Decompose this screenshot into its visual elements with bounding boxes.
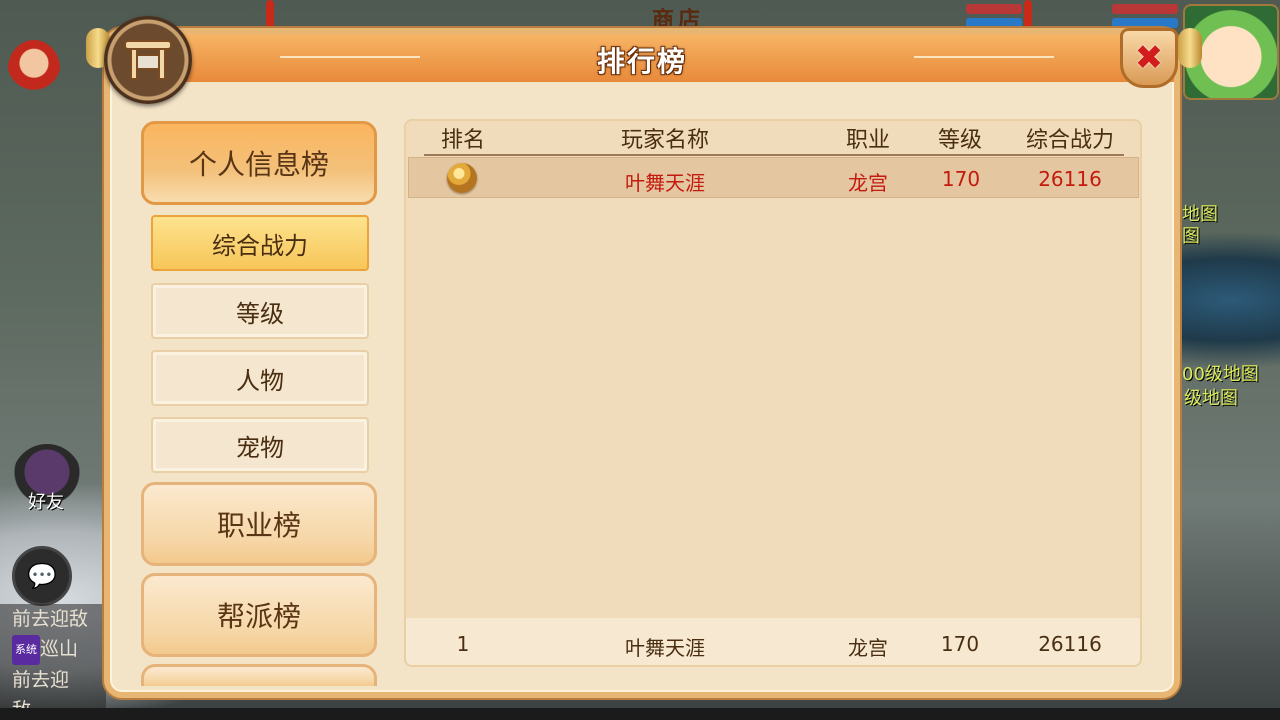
my-rank: 1 <box>456 632 470 656</box>
tab-personal-ranking[interactable]: 个人信息榜 <box>141 121 377 205</box>
window-title: 排行榜 <box>596 45 687 78</box>
frame-ornament <box>1178 28 1202 68</box>
chat-bubble-icon[interactable]: 💬 <box>12 546 72 606</box>
hp-bar <box>966 4 1022 14</box>
my-class: 龙宫 <box>848 636 888 660</box>
tab-class-ranking[interactable]: 职业榜 <box>141 482 377 566</box>
exp-bar <box>0 708 1280 720</box>
subtab-label: 综合战力 <box>212 231 308 260</box>
column-header-class: 职业 <box>845 128 890 153</box>
rope-decoration <box>1024 0 1032 30</box>
tab-label: 个人信息榜 <box>188 148 329 181</box>
pet-mp-bar <box>1112 18 1178 28</box>
header-divider <box>424 154 1124 156</box>
friends-button[interactable]: 好友 <box>12 444 82 514</box>
player-level: 170 <box>941 167 981 191</box>
mp-bar <box>966 18 1022 28</box>
subtab-pet[interactable]: 宠物 <box>151 417 369 473</box>
tab-label: 帮派榜 <box>216 600 301 633</box>
subtab-label: 等级 <box>236 299 284 328</box>
pet-hp-bar <box>1112 4 1178 14</box>
my-power: 26116 <box>1038 632 1102 656</box>
friends-label: 好友 <box>28 492 64 513</box>
chat-line: 前去迎敌 <box>12 608 89 630</box>
tab-guild-ranking[interactable]: 帮派榜 <box>141 573 377 657</box>
column-header-level: 等级 <box>937 128 982 153</box>
player-name: 叶舞天涯 <box>625 171 705 195</box>
map-label: 00级地图 <box>1182 364 1259 385</box>
subtab-level[interactable]: 等级 <box>151 283 369 339</box>
subtab-label: 人物 <box>236 366 284 395</box>
chat-log: 前去迎敌 系统巡山 前去迎敌。 <box>0 604 106 708</box>
close-button[interactable]: ✖ <box>1120 28 1178 88</box>
my-name: 叶舞天涯 <box>625 636 705 660</box>
ranking-table <box>404 119 1142 667</box>
system-tag: 系统 <box>12 634 40 665</box>
map-label: 图 <box>1182 226 1200 247</box>
title-bar: 排行榜 <box>110 34 1174 82</box>
column-header-rank: 排名 <box>440 128 485 153</box>
chat-line: 系统 巡山 <box>12 634 106 665</box>
close-icon: ✖ <box>1134 38 1164 78</box>
leaderboard-gate-icon <box>104 16 192 104</box>
column-header-player-name: 玩家名称 <box>620 128 709 153</box>
my-level: 170 <box>940 632 980 656</box>
subtab-label: 宠物 <box>236 433 284 462</box>
mascot-icon[interactable] <box>8 40 60 98</box>
map-label: 级地图 <box>1184 388 1238 409</box>
subtab-combat-power[interactable]: 综合战力 <box>151 215 369 271</box>
player-power: 26116 <box>1038 167 1102 191</box>
gold-medal-icon <box>447 163 477 193</box>
rope-decoration <box>266 0 274 30</box>
player-class: 龙宫 <box>848 171 888 195</box>
subtab-character[interactable]: 人物 <box>151 350 369 406</box>
column-header-power: 综合战力 <box>1025 128 1114 153</box>
tab-label: 职业榜 <box>216 509 301 542</box>
tab-more-partial[interactable] <box>141 664 377 686</box>
chat-line: 前去迎敌。 <box>12 668 70 709</box>
